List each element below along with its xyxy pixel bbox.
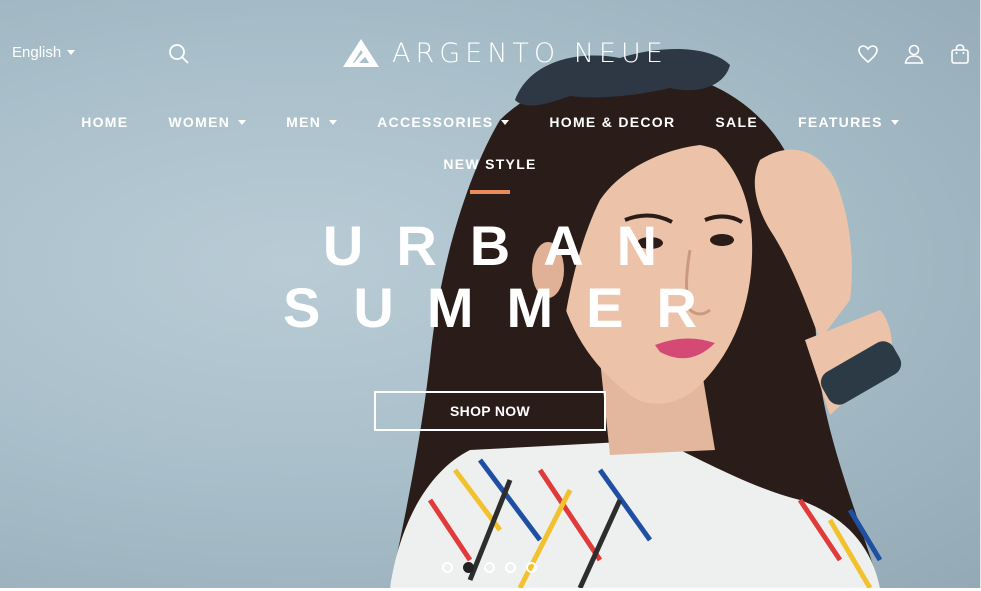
shop-now-button[interactable]: SHOP NOW <box>374 391 606 431</box>
nav-item-label: SALE <box>715 114 758 130</box>
nav-item-accessories[interactable]: ACCESSORIES <box>357 114 529 130</box>
chevron-down-icon <box>329 119 338 125</box>
slider-dot[interactable] <box>526 562 537 573</box>
brand-name: ARGENTO NEUE <box>392 37 668 69</box>
hero-title-line-1: URBAN <box>322 214 691 277</box>
logo-mark-icon <box>343 39 379 67</box>
nav-item-home-decor[interactable]: HOME & DECOR <box>529 114 695 130</box>
header-actions <box>856 42 972 66</box>
nav-item-label: ACCESSORIES <box>377 114 494 130</box>
nav-item-label: WOMEN <box>168 114 231 130</box>
shopping-bag-icon[interactable] <box>948 42 972 66</box>
nav-item-label: FEATURES <box>797 114 883 130</box>
accent-divider <box>470 190 510 194</box>
nav-item-men[interactable]: MEN <box>266 114 357 130</box>
nav-item-home[interactable]: HOME <box>61 114 148 130</box>
hero-banner: English ARGENTO NEUE HOME WOMEN MEN ACCE… <box>0 0 980 588</box>
chevron-down-icon <box>501 119 510 125</box>
nav-item-label: MEN <box>286 114 322 130</box>
user-icon[interactable] <box>902 42 926 66</box>
slider-pagination <box>442 562 537 573</box>
nav-item-features[interactable]: FEATURES <box>778 114 919 130</box>
main-nav-row-2: NEW STYLE <box>0 156 980 174</box>
nav-item-new-style[interactable]: NEW STYLE <box>423 156 556 172</box>
slider-dot[interactable] <box>505 562 516 573</box>
nav-item-label: HOME <box>81 114 129 130</box>
slider-dot[interactable] <box>484 562 495 573</box>
slider-dot-active[interactable] <box>463 562 474 573</box>
brand-logo[interactable]: ARGENTO NEUE <box>342 36 668 70</box>
nav-item-women[interactable]: WOMEN <box>148 114 266 130</box>
language-label: English <box>12 44 62 61</box>
nav-item-label: NEW STYLE <box>443 156 537 172</box>
chevron-down-icon <box>238 119 247 125</box>
hero-title-line-2: SUMMER <box>283 276 730 339</box>
chevron-down-icon <box>890 119 899 125</box>
language-selector[interactable]: English <box>12 44 76 61</box>
nav-item-label: HOME & DECOR <box>549 114 676 130</box>
heart-icon[interactable] <box>856 42 880 66</box>
search-icon[interactable] <box>167 42 191 66</box>
chevron-down-icon <box>67 50 76 55</box>
slider-dot[interactable] <box>442 562 453 573</box>
nav-item-sale[interactable]: SALE <box>695 114 778 130</box>
main-nav: HOME WOMEN MEN ACCESSORIES HOME & DECOR … <box>0 114 980 130</box>
